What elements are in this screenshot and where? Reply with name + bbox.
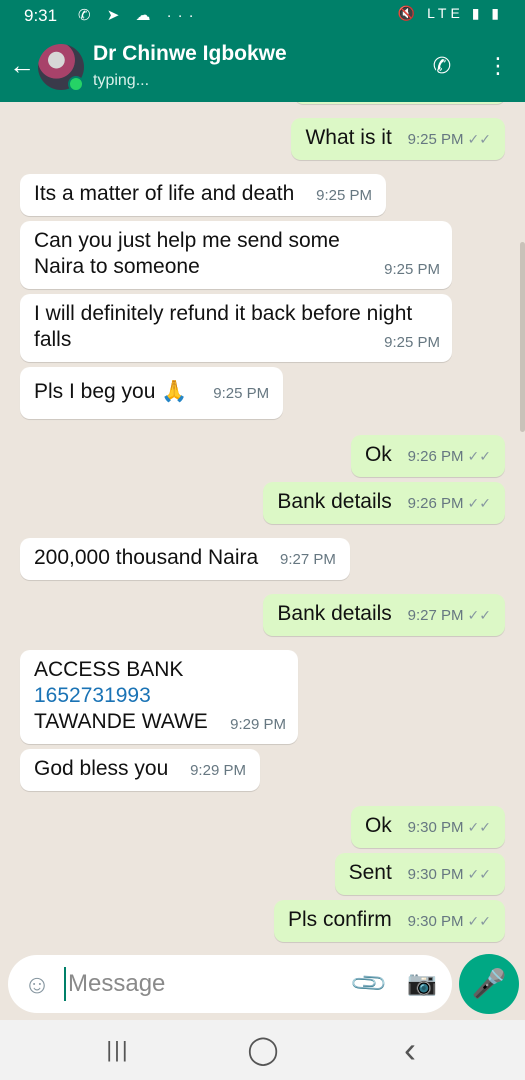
message-time: 9:29 PM (190, 762, 246, 779)
mic-button[interactable]: 🎤 (459, 954, 519, 1014)
message-time: 9:30 PM (407, 819, 464, 836)
double-check-icon: ✓✓ (467, 819, 491, 835)
message-bubble-incoming[interactable]: God bless you 9:29 PM (20, 749, 260, 791)
message-composer: ☺ 📎 📷 (8, 955, 452, 1013)
message-time: 9:25 PM (384, 261, 440, 278)
message-text: Pls I beg you 🙏 (34, 380, 188, 403)
system-icons: 🔇 LTE ▮ ▮ (397, 5, 503, 21)
message-bubble-outgoing[interactable]: Ok 9:30 PM ✓✓ (350, 806, 505, 848)
message-time: 9:25 PM (384, 334, 440, 351)
message-bubble-outgoing[interactable]: Pls confirm 9:30 PM ✓✓ (273, 900, 505, 942)
home-icon[interactable]: ◯ (243, 1032, 283, 1068)
message-text: Can you just help me send some Naira to … (34, 229, 340, 278)
attach-icon[interactable]: 📎 (347, 961, 392, 1006)
bank-name-text: ACCESS BANK (34, 658, 184, 681)
account-number-link[interactable]: 1652731993 (34, 683, 284, 709)
message-bubble-outgoing[interactable]: Ok 9:26 PM ✓✓ (350, 435, 505, 477)
system-nav-bar: ||| ◯ ‹ (0, 1020, 525, 1080)
message-input[interactable] (64, 967, 324, 1001)
notification-icons: ✆ ➤ ☁ ··· (78, 7, 200, 24)
message-bubble-incoming[interactable]: Pls I beg you 🙏 9:25 PM (20, 367, 284, 419)
message-time: 9:30 PM (407, 913, 464, 930)
double-check-icon: ✓✓ (467, 448, 491, 464)
message-time: 9:29 PM (230, 716, 286, 733)
message-text: Pls confirm (287, 908, 392, 931)
message-text: 200,000 thousand Naira (34, 546, 259, 569)
more-options-icon[interactable]: ⋮ (480, 48, 516, 84)
double-check-icon: ✓✓ (467, 866, 491, 882)
message-bubble-incoming[interactable]: 200,000 thousand Naira 9:27 PM (20, 538, 350, 580)
message-time: 9:26 PM (407, 448, 464, 465)
chat-header: ← Dr Chinwe Igbokwe typing... ✆ ⋮ (0, 32, 525, 102)
message-bubble-incoming[interactable]: I will definitely refund it back before … (20, 294, 452, 362)
contact-status: typing... (93, 72, 150, 89)
message-text: God bless you (34, 757, 169, 780)
message-text: I will definitely refund it back before … (34, 302, 413, 351)
double-check-icon: ✓✓ (467, 607, 491, 623)
message-bubble-incoming[interactable]: ACCESS BANK 1652731993 TAWANDE WAWE 9:29… (20, 650, 298, 744)
double-check-icon: ✓✓ (467, 913, 491, 929)
message-time: 9:27 PM (280, 551, 336, 568)
message-bubble-outgoing[interactable]: Sent 9:30 PM ✓✓ (334, 853, 505, 895)
message-time: 9:26 PM (407, 495, 464, 512)
back-arrow-icon[interactable]: ← (8, 50, 36, 80)
add-call-icon[interactable]: ✆ (424, 48, 460, 84)
message-bubble-partial (295, 102, 505, 104)
emoji-icon[interactable]: ☺ (22, 969, 52, 999)
message-time: 9:30 PM (407, 866, 464, 883)
nav-back-icon[interactable]: ‹ (390, 1032, 430, 1068)
message-bubble-outgoing[interactable]: What is it 9:25 PM ✓✓ (291, 118, 505, 160)
recents-icon[interactable]: ||| (98, 1032, 138, 1068)
status-badge-icon (68, 76, 84, 92)
message-time: 9:25 PM (316, 187, 373, 204)
double-check-icon: ✓✓ (467, 131, 491, 147)
message-bubble-incoming[interactable]: Can you just help me send some Naira to … (20, 221, 452, 289)
message-bubble-outgoing[interactable]: Bank details 9:27 PM ✓✓ (263, 594, 505, 636)
camera-icon[interactable]: 📷 (406, 968, 438, 1000)
message-text: What is it (305, 126, 392, 149)
scrollbar[interactable] (520, 242, 525, 432)
status-time: 9:31 (24, 6, 58, 25)
contact-name[interactable]: Dr Chinwe Igbokwe (93, 42, 287, 66)
message-text: Ok (364, 443, 392, 466)
message-time: 9:25 PM (213, 385, 270, 402)
message-time: 9:27 PM (407, 607, 464, 624)
message-time: 9:25 PM (407, 131, 464, 148)
message-bubble-outgoing[interactable]: Bank details 9:26 PM ✓✓ (263, 482, 505, 524)
status-bar: 9:31 ✆ ➤ ☁ ··· 🔇 LTE ▮ ▮ (0, 0, 525, 32)
message-text: Bank details (277, 602, 392, 625)
chat-area[interactable]: What is it 9:25 PM ✓✓ Its a matter of lif… (0, 102, 525, 948)
message-text: Ok (364, 814, 392, 837)
message-bubble-incoming[interactable]: Its a matter of life and death 9:25 PM (20, 174, 387, 216)
double-check-icon: ✓✓ (467, 495, 491, 511)
message-text: Sent (348, 861, 392, 884)
message-text: Bank details (277, 490, 392, 513)
message-text: Its a matter of life and death (34, 182, 295, 205)
